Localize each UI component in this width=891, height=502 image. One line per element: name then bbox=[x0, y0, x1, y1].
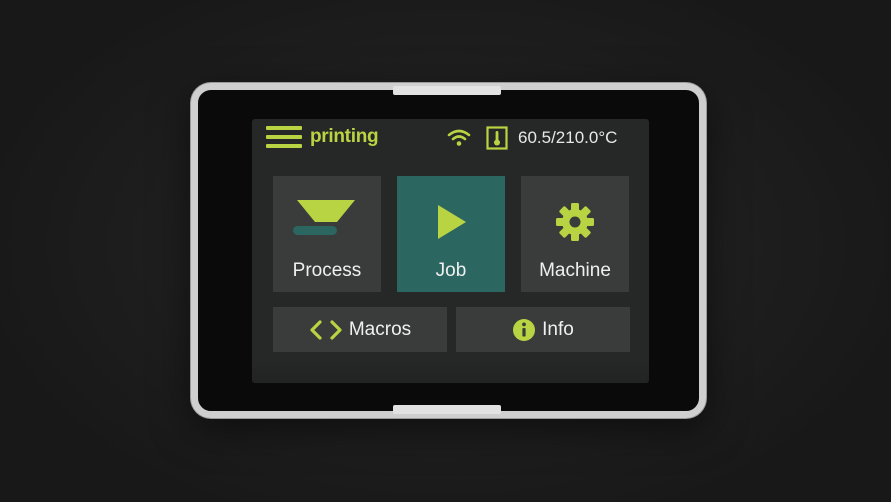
printer-status: printing bbox=[310, 126, 379, 147]
touch-screen: printing 60.5/210.0°C Process Job Machin… bbox=[252, 119, 649, 383]
screen-bottom-area bbox=[252, 359, 649, 383]
process-button[interactable]: Process bbox=[273, 176, 381, 292]
macros-button[interactable]: Macros bbox=[273, 307, 447, 352]
job-button[interactable]: Job bbox=[397, 176, 505, 292]
job-label: Job bbox=[435, 260, 467, 281]
play-icon bbox=[438, 205, 466, 239]
gear-icon bbox=[556, 203, 594, 241]
hamburger-menu-icon[interactable] bbox=[266, 126, 302, 150]
info-button[interactable]: Info bbox=[456, 307, 630, 352]
macros-label: Macros bbox=[348, 318, 412, 340]
machine-button[interactable]: Machine bbox=[521, 176, 629, 292]
temperature-readout: 60.5/210.0°C bbox=[518, 128, 618, 147]
code-brackets-icon bbox=[310, 319, 342, 340]
wifi-icon bbox=[447, 129, 471, 146]
info-icon bbox=[513, 318, 536, 341]
status-bar: printing 60.5/210.0°C bbox=[252, 119, 649, 159]
thermometer-icon bbox=[486, 126, 508, 150]
mount-clip-top bbox=[393, 86, 501, 95]
machine-label: Machine bbox=[539, 260, 611, 281]
mount-clip-bottom bbox=[393, 405, 501, 414]
process-label: Process bbox=[292, 260, 362, 281]
info-label: Info bbox=[542, 318, 574, 340]
extruder-hopper-icon bbox=[293, 200, 355, 235]
